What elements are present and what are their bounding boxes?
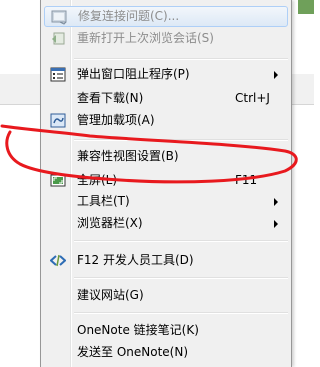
menu-item-label: 浏览器栏(X) [77, 216, 143, 230]
menu-item-developer-tools[interactable]: F12 开发人员工具(D) [44, 250, 288, 271]
menu-item-reopen-session[interactable]: 重新打开上次浏览会话(S) [44, 28, 288, 49]
background-toolbar-band [0, 74, 40, 105]
menu-separator [74, 139, 288, 141]
menu-item-explorer-bars[interactable]: 浏览器栏(X) [44, 213, 288, 234]
menu-item-compatibility-view-settings[interactable]: 兼容性视图设置(B) [44, 146, 288, 167]
menu-item-label: 发送至 OneNote(N) [77, 345, 188, 359]
menu-item-popup-blocker[interactable]: 弹出窗口阻止程序(P) [44, 64, 288, 85]
menu-item-label: 工具栏(T) [77, 194, 130, 208]
menu-item-label: OneNote 链接笔记(K) [77, 323, 199, 337]
tools-context-menu: 修复连接问题(C)... 重新打开上次浏览会话(S) 弹出窗口阻止程序(P) 查… [40, 0, 292, 367]
menu-item-label: 弹出窗口阻止程序(P) [77, 67, 190, 81]
menu-item-full-screen[interactable]: 全屏(L) F11 [44, 170, 288, 191]
menu-separator [74, 277, 288, 279]
background-window [0, 0, 40, 74]
fullscreen-icon [50, 174, 66, 187]
menu-item-label: 兼容性视图设置(B) [77, 149, 179, 163]
menu-item-label: 建议网站(G) [77, 288, 144, 302]
menu-item-shortcut: Ctrl+J [235, 91, 270, 105]
menu-item-suggested-sites[interactable]: 建议网站(G) [44, 285, 288, 306]
background-toolbar-band-right [291, 74, 314, 105]
submenu-arrow-icon [274, 220, 278, 228]
submenu-arrow-icon [274, 198, 278, 206]
menu-item-shortcut: F11 [235, 173, 258, 187]
reopen-session-icon [52, 32, 65, 45]
repair-icon [51, 10, 67, 25]
menu-item-manage-addons[interactable]: 管理加载项(A) [44, 110, 288, 131]
menu-item-label: 查看下载(N) [77, 91, 144, 105]
manage-addons-icon [50, 113, 66, 128]
background-green-element [298, 0, 314, 14]
menu-item-toolbars[interactable]: 工具栏(T) [44, 191, 288, 212]
menu-item-send-to-onenote[interactable]: 发送至 OneNote(N) [44, 342, 288, 363]
menu-item-label: 重新打开上次浏览会话(S) [77, 31, 214, 45]
menu-item-label: 全屏(L) [77, 173, 118, 187]
menu-item-label: F12 开发人员工具(D) [77, 253, 194, 267]
menu-item-onenote-linked-notes[interactable]: OneNote 链接笔记(K) [44, 320, 288, 341]
menu-separator [74, 240, 288, 242]
menu-item-view-downloads[interactable]: 查看下载(N) Ctrl+J [44, 88, 288, 109]
menu-separator [74, 58, 288, 60]
developer-tools-icon [50, 254, 66, 267]
submenu-arrow-icon [274, 71, 278, 79]
menu-item-label: 修复连接问题(C)... [78, 9, 180, 23]
menu-separator [74, 312, 288, 314]
menu-item-repair-connection[interactable]: 修复连接问题(C)... [44, 6, 288, 27]
popup-blocker-icon [50, 67, 66, 82]
menu-item-label: 管理加载项(A) [77, 113, 155, 127]
